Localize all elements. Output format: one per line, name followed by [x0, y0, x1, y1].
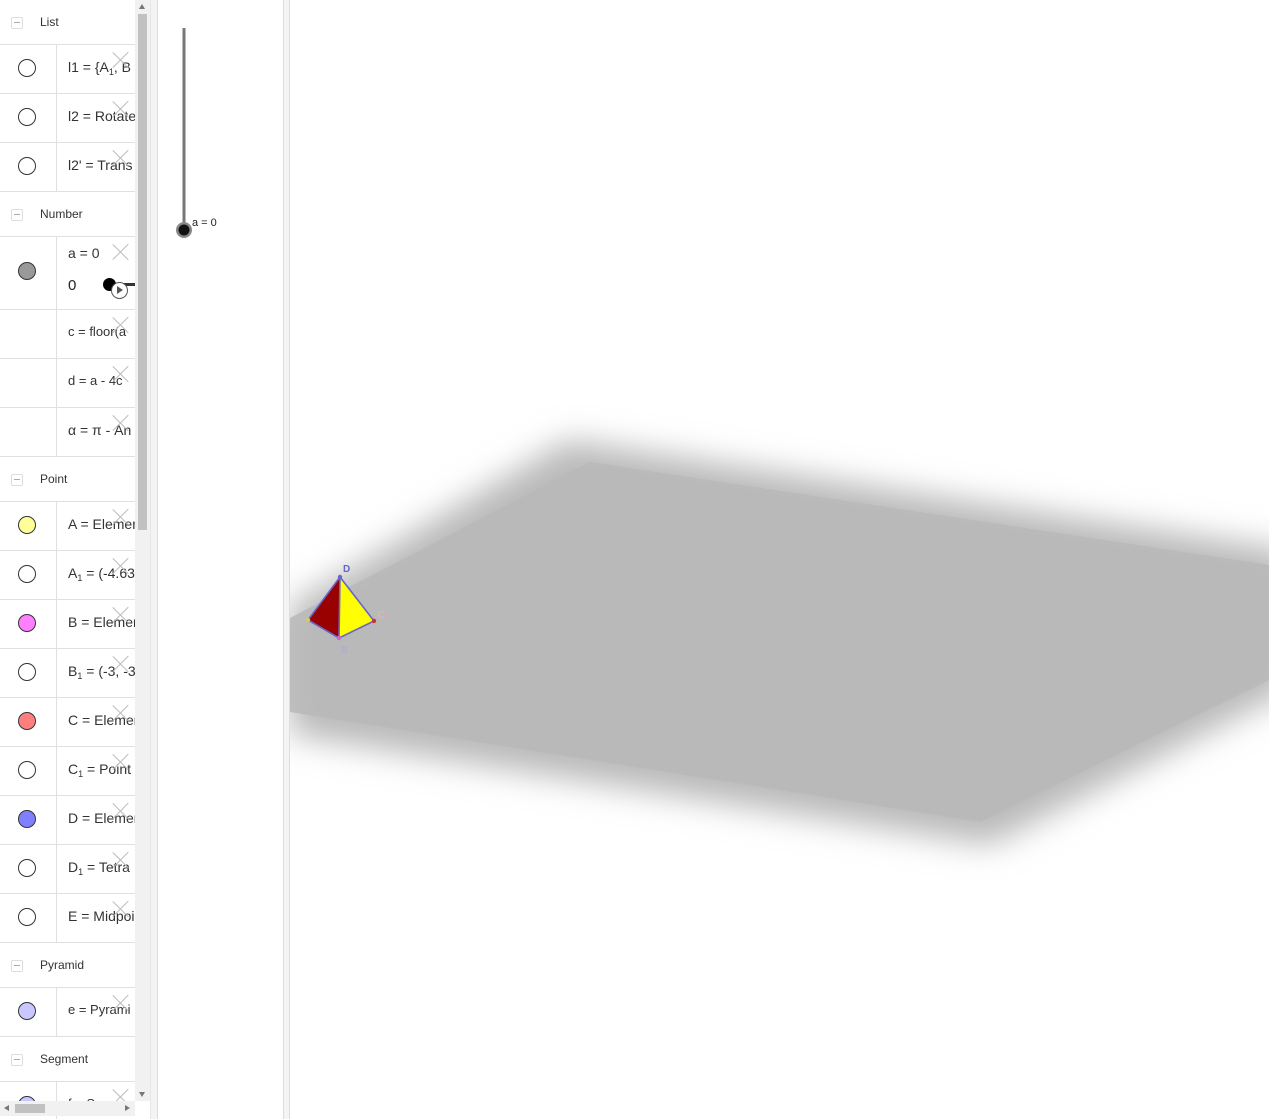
- visibility-toggle[interactable]: [18, 712, 36, 730]
- view-divider[interactable]: [150, 0, 158, 1119]
- visibility-toggle[interactable]: [18, 59, 36, 77]
- vertical-scrollbar[interactable]: [135, 0, 150, 1101]
- collapse-icon[interactable]: [11, 17, 23, 29]
- delete-icon[interactable]: [112, 655, 130, 673]
- algebra-item-point[interactable]: D = Elemen: [0, 796, 135, 845]
- algebra-item-point[interactable]: A1 = (-4.63: [0, 551, 135, 600]
- delete-icon[interactable]: [112, 557, 130, 575]
- point-a[interactable]: [305, 617, 311, 623]
- algebra-item-alpha[interactable]: α = π - An: [0, 408, 135, 457]
- group-header-number[interactable]: Number: [0, 192, 135, 237]
- group-name: Pyramid: [40, 958, 85, 972]
- algebra-item-l2[interactable]: l2 = Rotate: [0, 94, 135, 143]
- scroll-up-icon[interactable]: [139, 4, 145, 9]
- group-name: Number: [40, 207, 83, 221]
- visibility-toggle[interactable]: [18, 565, 36, 583]
- visibility-toggle[interactable]: [18, 810, 36, 828]
- collapse-icon[interactable]: [11, 960, 23, 972]
- algebra-item-l1[interactable]: l1 = {A1, B: [0, 45, 135, 94]
- visibility-toggle[interactable]: [18, 761, 36, 779]
- delete-icon[interactable]: [112, 100, 130, 118]
- group-header-point[interactable]: Point: [0, 457, 135, 502]
- delete-icon[interactable]: [112, 51, 130, 69]
- visibility-toggle[interactable]: [18, 1002, 36, 1020]
- graphics-view[interactable]: a = 0: [158, 0, 283, 1119]
- delete-icon[interactable]: [112, 994, 130, 1012]
- scroll-down-icon[interactable]: [139, 1092, 145, 1097]
- segment-edge[interactable]: [338, 576, 341, 639]
- algebra-item-point[interactable]: B1 = (-3, -3: [0, 649, 135, 698]
- delete-icon[interactable]: [112, 414, 130, 432]
- slider-widget[interactable]: a = 0: [158, 0, 283, 300]
- label-c: C: [378, 610, 385, 621]
- collapse-icon[interactable]: [11, 1054, 23, 1066]
- label-d: D: [343, 564, 350, 575]
- view-divider[interactable]: [283, 0, 290, 1119]
- delete-icon[interactable]: [112, 753, 130, 771]
- slider-label: a = 0: [192, 217, 217, 229]
- algebra-item-point[interactable]: B = Elemen: [0, 600, 135, 649]
- scrollbar-thumb[interactable]: [15, 1104, 45, 1113]
- group-header-segment[interactable]: Segment: [0, 1037, 135, 1082]
- visibility-toggle[interactable]: [18, 108, 36, 126]
- group-name: Segment: [40, 1052, 89, 1066]
- play-icon[interactable]: [111, 282, 128, 299]
- delete-icon[interactable]: [112, 802, 130, 820]
- group-name: List: [40, 15, 59, 29]
- visibility-toggle[interactable]: [18, 157, 36, 175]
- visibility-toggle[interactable]: [18, 516, 36, 534]
- xy-plane: [290, 440, 1269, 845]
- scroll-right-icon[interactable]: [125, 1105, 130, 1111]
- algebra-item-point[interactable]: C = Elemen: [0, 698, 135, 747]
- delete-icon[interactable]: [112, 606, 130, 624]
- scroll-left-icon[interactable]: [4, 1105, 9, 1111]
- 3d-canvas[interactable]: D B C: [290, 0, 1269, 1119]
- delete-icon[interactable]: [112, 316, 130, 334]
- slider-knob[interactable]: [178, 224, 190, 236]
- algebra-item-point[interactable]: E = Midpoi: [0, 894, 135, 943]
- group-header-pyramid[interactable]: Pyramid: [0, 943, 135, 988]
- delete-icon[interactable]: [112, 900, 130, 918]
- group-header-list[interactable]: List: [0, 0, 135, 45]
- point-c[interactable]: [371, 618, 377, 624]
- delete-icon[interactable]: [112, 243, 130, 261]
- point-d[interactable]: [337, 574, 343, 580]
- collapse-icon[interactable]: [11, 474, 23, 486]
- delete-icon[interactable]: [112, 508, 130, 526]
- algebra-item-slider-a[interactable]: a = 0 0: [0, 237, 135, 310]
- collapse-icon[interactable]: [11, 209, 23, 221]
- algebra-item-pyramid-e[interactable]: e = Pyrami: [0, 988, 135, 1037]
- delete-icon[interactable]: [112, 365, 130, 383]
- scrollbar-thumb[interactable]: [138, 14, 147, 530]
- algebra-item-c[interactable]: c = floor(a: [0, 310, 135, 359]
- delete-icon[interactable]: [112, 851, 130, 869]
- delete-icon[interactable]: [112, 704, 130, 722]
- horizontal-scrollbar[interactable]: [0, 1101, 135, 1116]
- delete-icon[interactable]: [112, 149, 130, 167]
- algebra-item-point[interactable]: D1 = Tetra: [0, 845, 135, 894]
- algebra-item-point[interactable]: A = Elemen: [0, 502, 135, 551]
- visibility-toggle[interactable]: [18, 908, 36, 926]
- point-b[interactable]: [336, 635, 342, 641]
- graphics-3d-view[interactable]: D B C: [290, 0, 1269, 1119]
- slider-value: 0: [68, 277, 77, 294]
- algebra-item-d[interactable]: d = a - 4c: [0, 359, 135, 408]
- visibility-toggle[interactable]: [18, 859, 36, 877]
- algebra-view: List l1 = {A1, B l2 = Rotate l2' = Trans…: [0, 0, 150, 1119]
- algebra-item-point[interactable]: C1 = Point: [0, 747, 135, 796]
- visibility-toggle[interactable]: [18, 614, 36, 632]
- visibility-toggle[interactable]: [18, 663, 36, 681]
- label-b: B: [341, 645, 348, 656]
- visibility-toggle[interactable]: [18, 262, 36, 280]
- algebra-item-l2-prime[interactable]: l2' = Trans: [0, 143, 135, 192]
- group-name: Point: [40, 472, 68, 486]
